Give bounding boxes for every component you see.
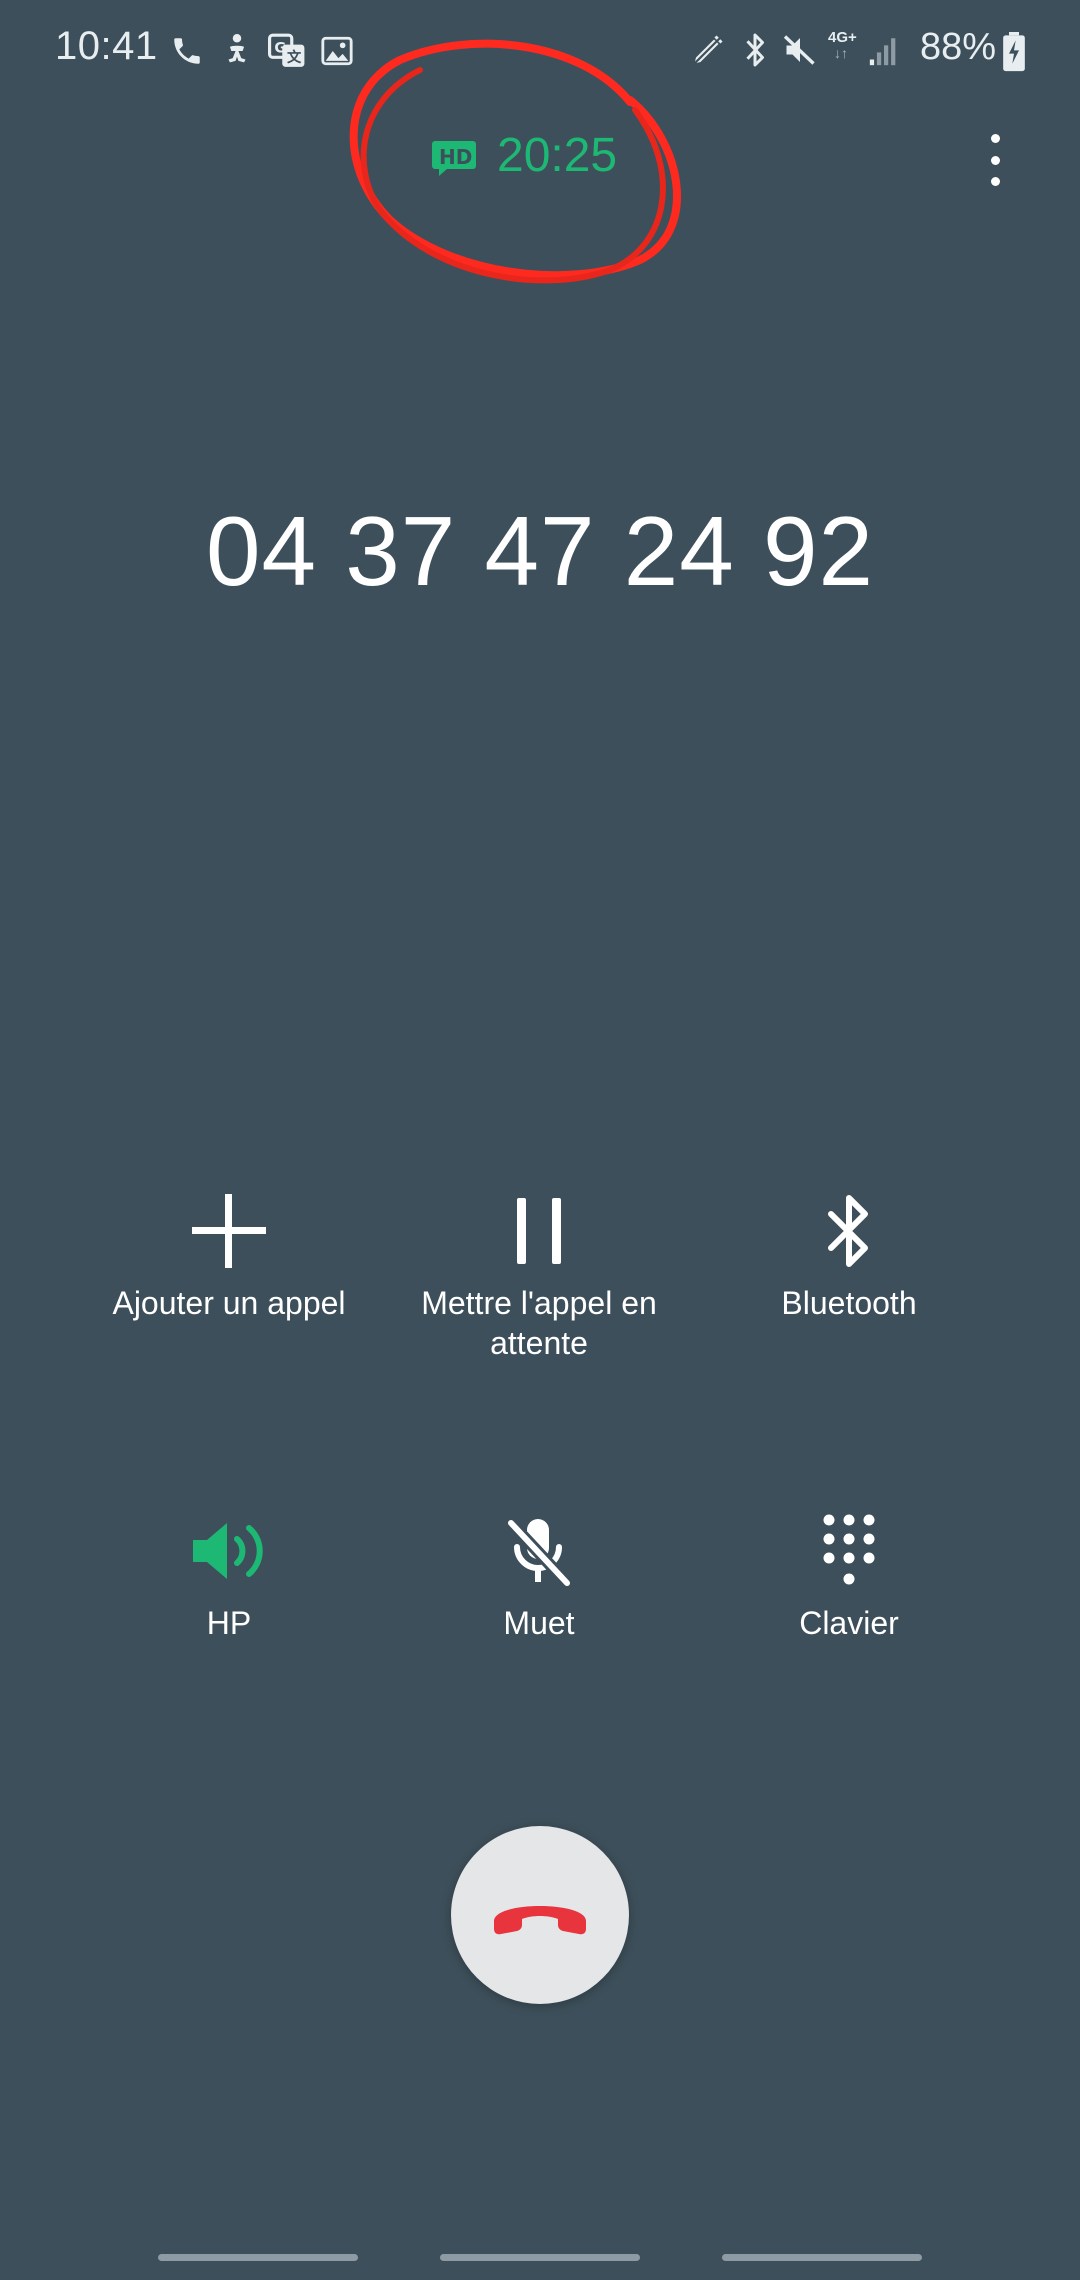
more-options-dot [990,134,1000,143]
svg-text:文: 文 [287,48,302,66]
end-call-button[interactable] [451,1826,629,2004]
call-timer: 20:25 [497,129,618,182]
nav-recents-handle[interactable] [158,2254,358,2261]
mute-icon-wrap [479,1511,599,1591]
mute-label: Muet [503,1605,575,1641]
battery-charging-icon [1003,32,1025,72]
annotation-circle [349,39,681,284]
hold-icon-wrap [479,1191,599,1271]
hd-voice-icon: HD [432,141,476,176]
mute-icon [783,35,815,65]
nav-home-handle[interactable] [440,2254,640,2261]
translate-icon: G 文 [268,33,305,67]
speaker-button[interactable]: HP [69,1511,389,1643]
more-options-dot [990,155,1000,165]
hold-call-button[interactable]: Mettre l'appel en attente [379,1191,699,1363]
pencil-icon [692,34,724,66]
status-time: 10:41 [55,24,158,68]
bluetooth-icon-wrap [789,1191,909,1271]
hold-call-label: Mettre l'appel en attente [421,1285,657,1361]
network-arrows: ↓↑ [834,45,848,61]
keypad-label: Clavier [799,1605,899,1641]
hang-up-icon [494,1906,586,1935]
add-call-icon-wrap [169,1191,289,1271]
mute-button[interactable]: Muet [379,1511,699,1643]
network-4g-icon: 4G+ ↓↑ [828,30,864,70]
more-options-button[interactable] [975,130,1015,190]
bluetooth-button[interactable]: Bluetooth [689,1191,1009,1323]
battery-percent: 88% [920,26,997,68]
signal-icon [869,38,896,66]
plus-icon [192,1194,266,1268]
nav-back-handle[interactable] [722,2254,922,2261]
more-options-dot [990,177,1000,186]
speaker-icon [193,1523,263,1579]
bluetooth-icon [746,33,764,67]
phone-number: 04 37 47 24 92 [206,496,874,606]
accessibility-icon [228,34,246,63]
mic-off-icon [506,1518,572,1587]
keypad-button[interactable]: Clavier [689,1511,1009,1643]
dialpad-icon [823,1514,875,1585]
bluetooth-large-icon [828,1195,868,1267]
add-call-button[interactable]: Ajouter un appel [69,1191,389,1323]
pause-icon [517,1198,561,1264]
speaker-icon-wrap [169,1511,289,1591]
bluetooth-label: Bluetooth [781,1285,917,1321]
add-call-label: Ajouter un appel [112,1285,346,1321]
image-icon [321,36,353,66]
keypad-icon-wrap [789,1511,909,1591]
network-label: 4G+ [828,29,857,46]
hd-badge-text: HD [439,145,472,169]
phone-icon [174,38,200,64]
speaker-label: HP [206,1605,252,1641]
